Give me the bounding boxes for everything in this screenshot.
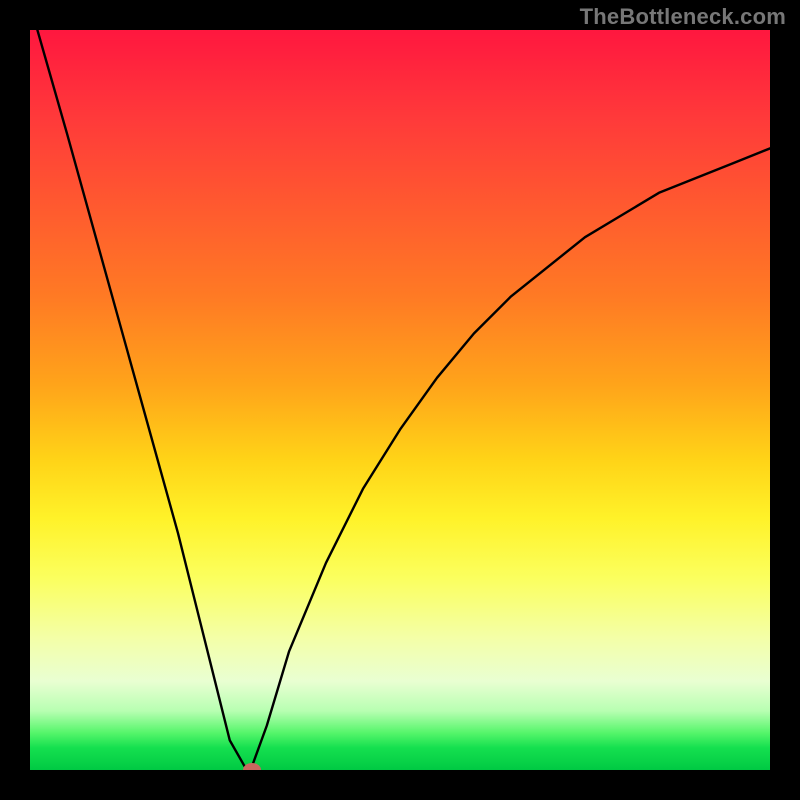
watermark-text: TheBottleneck.com (580, 4, 786, 30)
bottleneck-curve (30, 30, 770, 770)
chart-frame: TheBottleneck.com (0, 0, 800, 800)
highlight-dot (243, 763, 261, 770)
plot-area (30, 30, 770, 770)
